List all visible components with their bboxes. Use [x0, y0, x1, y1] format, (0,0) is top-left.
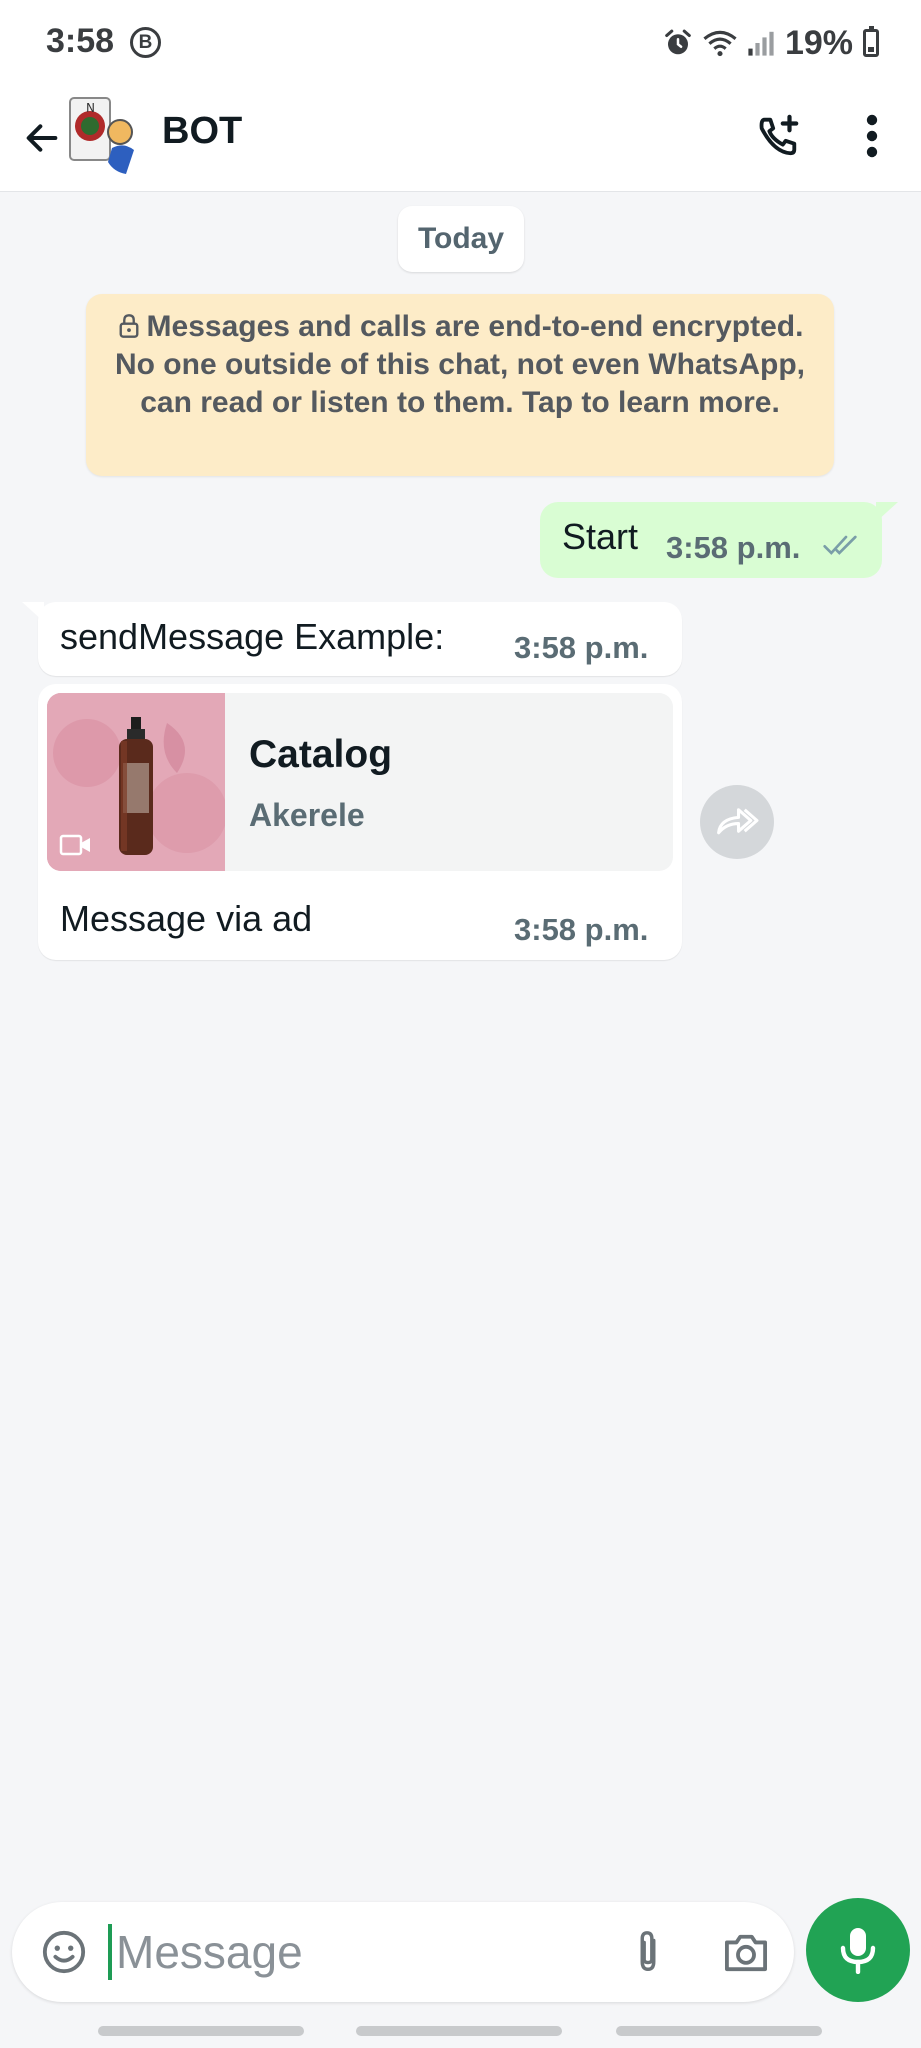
text-cursor [108, 1924, 112, 1980]
encryption-notice-text: Messages and calls are end-to-end encryp… [114, 310, 805, 419]
chat-header: N BOT [0, 86, 921, 192]
signal-icon [748, 31, 774, 56]
message-text: Start [562, 516, 639, 557]
read-ticks-icon [823, 535, 857, 555]
incoming-catalog-message[interactable]: Catalog Akerele Message via ad 3:58 p.m. [38, 684, 682, 960]
date-chip: Today [398, 206, 524, 272]
camera-button[interactable] [716, 1922, 776, 1982]
catalog-title: Catalog [249, 733, 393, 776]
message-time: 3:58 p.m. [514, 630, 649, 665]
whatsapp-chat-screen: 3:58 B 19% N BOT Today Messages and call… [0, 0, 921, 2048]
alarm-icon [665, 29, 691, 55]
message-time: 3:58 p.m. [666, 530, 801, 565]
forward-icon [717, 808, 759, 835]
outgoing-message[interactable]: Start 3:58 p.m. [540, 502, 898, 578]
system-navigation-bar [0, 2022, 921, 2048]
back-arrow-icon [26, 124, 58, 152]
attach-button[interactable] [618, 1922, 678, 1982]
battery-percent: 19% [784, 23, 853, 62]
status-time: 3:58 [46, 22, 115, 60]
battery-icon [863, 26, 879, 57]
add-call-icon [759, 114, 799, 156]
lock-icon [119, 314, 139, 338]
wifi-icon [703, 30, 737, 57]
status-icons: 19% [663, 20, 879, 66]
forward-button[interactable] [700, 785, 774, 859]
catalog-card[interactable]: Catalog Akerele [47, 693, 673, 871]
avatar-image-icon: N [69, 97, 134, 174]
nav-recents-bar[interactable] [98, 2026, 304, 2036]
nav-home-bar[interactable] [356, 2026, 562, 2036]
emoji-button[interactable] [34, 1922, 94, 1982]
carrier-badge-icon: B [130, 27, 161, 58]
camera-icon [725, 1934, 767, 1972]
message-time: 3:58 p.m. [514, 912, 649, 947]
more-options-button[interactable] [842, 106, 902, 166]
message-text: Message via ad [60, 898, 313, 939]
back-button[interactable] [12, 108, 72, 168]
contact-name[interactable]: BOT [162, 110, 242, 153]
attach-icon [640, 1931, 656, 1971]
catalog-subtitle: Akerele [249, 797, 365, 833]
product-thumbnail [47, 693, 227, 871]
voice-record-button[interactable] [806, 1898, 910, 2002]
message-input[interactable] [116, 1920, 516, 1984]
video-icon [59, 834, 90, 856]
emoji-icon [42, 1930, 86, 1974]
more-vert-icon [866, 114, 878, 158]
nav-back-bar[interactable] [616, 2026, 822, 2036]
status-bar: 3:58 B 19% [0, 0, 921, 86]
encryption-notice[interactable]: Messages and calls are end-to-end encryp… [86, 294, 834, 476]
message-composer [12, 1902, 794, 2002]
mic-icon [840, 1928, 876, 1974]
add-call-button[interactable] [748, 106, 808, 166]
contact-avatar[interactable]: N [68, 96, 140, 176]
message-text: sendMessage Example: [60, 616, 445, 657]
svg-text:N: N [86, 101, 95, 115]
incoming-message[interactable]: sendMessage Example: 3:58 p.m. [22, 602, 682, 676]
